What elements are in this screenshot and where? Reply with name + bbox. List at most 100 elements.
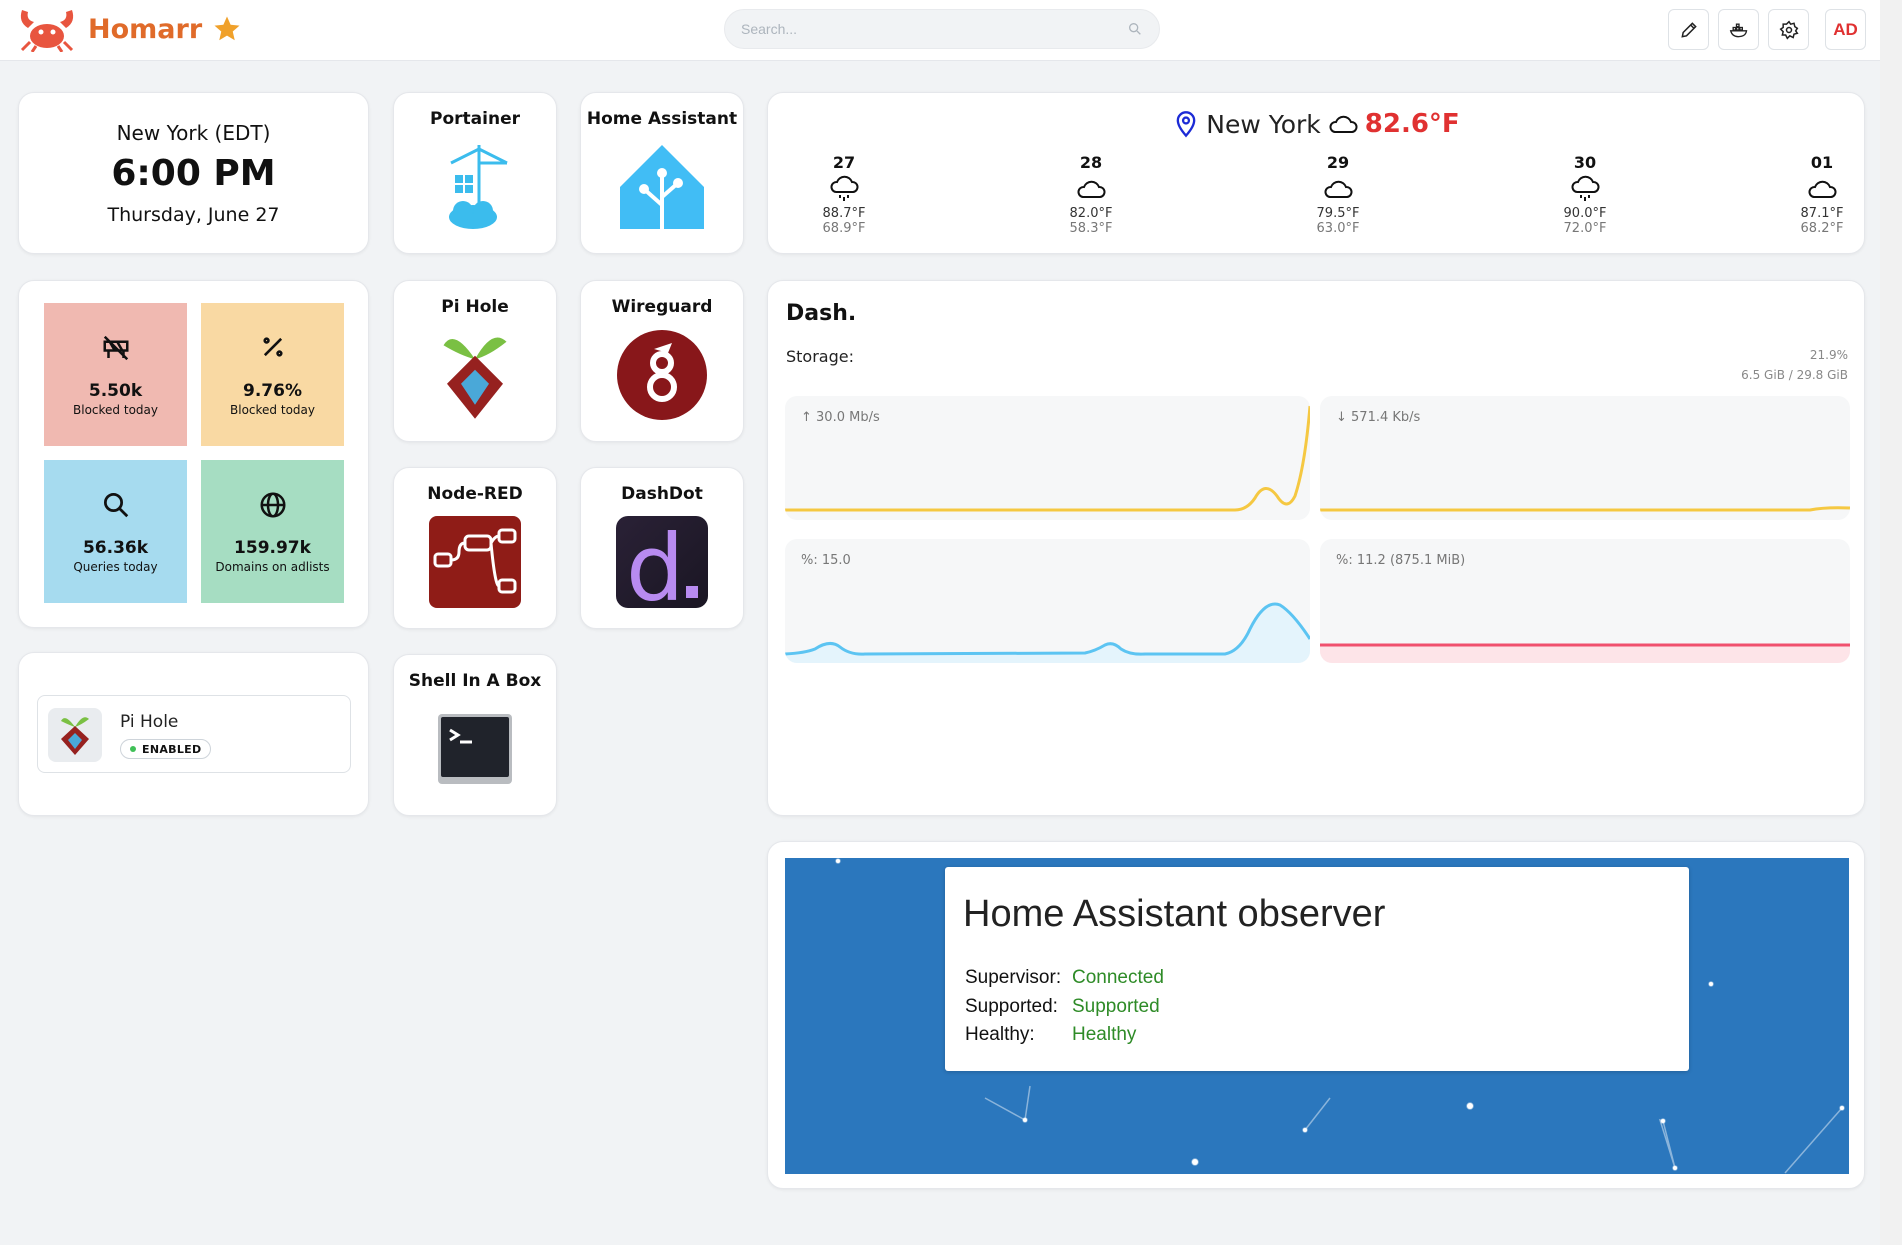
app-name: Wireguard bbox=[611, 297, 713, 317]
pihole-tile-queries: 56.36k Queries today bbox=[44, 460, 187, 603]
user-avatar[interactable]: AD bbox=[1825, 9, 1866, 50]
app-tile-home-assistant[interactable]: Home Assistant bbox=[580, 92, 744, 254]
app-tile-shell-in-a-box[interactable]: Shell In A Box bbox=[393, 654, 557, 816]
wireguard-icon bbox=[614, 327, 710, 423]
dashdot-title: Dash. bbox=[786, 301, 857, 326]
app-tile-dashdot[interactable]: DashDot d bbox=[580, 467, 744, 629]
home-assistant-icon bbox=[614, 139, 710, 235]
app-name: Portainer bbox=[430, 109, 520, 129]
pihole-tile-value: 56.36k bbox=[82, 538, 149, 558]
app-name: Pi Hole bbox=[441, 297, 509, 317]
app-name: Homarr bbox=[88, 13, 203, 45]
observer-title: Home Assistant observer bbox=[963, 893, 1386, 935]
status-badge-text: ENABLED bbox=[142, 742, 202, 756]
weather-city: New York bbox=[1206, 109, 1321, 139]
pihole-icon bbox=[427, 327, 523, 423]
top-bar: Homarr Search... AD bbox=[0, 0, 1880, 61]
dashdot-widget: Dash. Storage: 21.9% 6.5 GiB / 29.8 GiB … bbox=[767, 280, 1865, 816]
search-input[interactable]: Search... bbox=[724, 9, 1160, 49]
app-tile-wireguard[interactable]: Wireguard bbox=[580, 280, 744, 442]
pihole-tile-value: 5.50k bbox=[88, 381, 143, 401]
pihole-tile-label: Queries today bbox=[73, 560, 158, 574]
forecast-min: 68.9°F bbox=[822, 221, 866, 236]
clock-time: 6:00 PM bbox=[111, 153, 276, 194]
pihole-tile-label: Domains on adlists bbox=[215, 560, 330, 574]
forecast-date: 28 bbox=[1079, 153, 1103, 172]
app-tile-portainer[interactable]: Portainer bbox=[393, 92, 557, 254]
app-name: Shell In A Box bbox=[408, 671, 542, 691]
dashdot-icon: d bbox=[614, 514, 710, 610]
storage-label: Storage: bbox=[786, 347, 854, 366]
forecast-day: 30 90.0°F 72.0°F bbox=[1555, 153, 1615, 236]
page-scrollbar[interactable] bbox=[1880, 0, 1902, 1245]
app-tile-node-red[interactable]: Node-RED bbox=[393, 467, 557, 629]
forecast-min: 72.0°F bbox=[1563, 221, 1607, 236]
search-icon bbox=[103, 493, 128, 518]
pihole-status-widget: Pi Hole ENABLED bbox=[18, 652, 369, 816]
forecast-max: 82.0°F bbox=[1069, 206, 1113, 221]
forecast-day: 01 87.1°F 68.2°F bbox=[1792, 153, 1852, 236]
portainer-icon bbox=[427, 139, 523, 235]
observer-iframe[interactable]: Home Assistant observer Supervisor: Conne… bbox=[785, 858, 1849, 1174]
storage-used: 6.5 GiB / 29.8 GiB bbox=[1741, 368, 1848, 382]
weather-widget: New York 82.6°F 27 88.7°F 68.9°F 28 82.0… bbox=[767, 92, 1865, 254]
cloud-icon bbox=[1324, 180, 1353, 198]
forecast-min: 68.2°F bbox=[1800, 221, 1844, 236]
clock-timezone: New York (EDT) bbox=[116, 121, 271, 145]
app-name: Home Assistant bbox=[586, 109, 738, 129]
storage-usage: 21.9% 6.5 GiB / 29.8 GiB bbox=[1741, 345, 1848, 385]
pihole-tile-label: Blocked today bbox=[73, 403, 158, 417]
forecast-max: 79.5°F bbox=[1316, 206, 1360, 221]
docker-button[interactable] bbox=[1718, 9, 1759, 50]
blocked-barrier-icon bbox=[103, 335, 128, 361]
pihole-tile-percent: 9.76% Blocked today bbox=[201, 303, 344, 446]
forecast-max: 88.7°F bbox=[822, 206, 866, 221]
forecast-min: 58.3°F bbox=[1069, 221, 1113, 236]
docker-icon bbox=[1729, 23, 1747, 37]
pihole-status-item[interactable]: Pi Hole ENABLED bbox=[37, 695, 351, 773]
ram-graph: %: 11.2 (875.1 MiB) bbox=[1320, 539, 1850, 663]
pihole-icon bbox=[48, 708, 102, 762]
pihole-summary-widget: 5.50k Blocked today 9.76% Blocked today … bbox=[18, 280, 369, 628]
observer-row-supervisor: Supervisor: Connected bbox=[965, 967, 1164, 989]
pihole-status-name: Pi Hole bbox=[120, 712, 179, 732]
cloud-icon bbox=[1808, 180, 1837, 198]
cloud-drizzle-icon bbox=[1571, 175, 1600, 201]
search-placeholder: Search... bbox=[741, 21, 798, 37]
upload-graph: ↑ 30.0 Mb/s bbox=[785, 396, 1310, 520]
app-name: DashDot bbox=[621, 484, 703, 504]
weather-current-temp: 82.6°F bbox=[1364, 109, 1460, 139]
homarr-logo[interactable]: Homarr bbox=[16, 6, 242, 52]
observer-row-healthy: Healthy: Healthy bbox=[965, 1024, 1136, 1046]
forecast-date: 01 bbox=[1810, 153, 1834, 172]
cloud-icon bbox=[1329, 115, 1358, 133]
forecast-min: 63.0°F bbox=[1316, 221, 1360, 236]
forecast-day: 28 82.0°F 58.3°F bbox=[1061, 153, 1121, 236]
home-assistant-observer-widget: Home Assistant observer Supervisor: Conne… bbox=[767, 841, 1865, 1189]
cpu-graph: %: 15.0 bbox=[785, 539, 1310, 663]
clock-date: Thursday, June 27 bbox=[107, 204, 280, 226]
observer-row-value: Healthy bbox=[1072, 1024, 1137, 1045]
download-graph: ↓ 571.4 Kb/s bbox=[1320, 396, 1850, 520]
observer-row-label: Supervisor: bbox=[965, 967, 1062, 988]
cloud-icon bbox=[1077, 180, 1106, 198]
observer-row-supported: Supported: Supported bbox=[965, 996, 1160, 1018]
settings-button[interactable] bbox=[1768, 9, 1809, 50]
terminal-icon bbox=[427, 701, 523, 797]
storage-percent: 21.9% bbox=[1809, 348, 1848, 362]
upload-line bbox=[785, 405, 1310, 512]
pihole-tile-blocked: 5.50k Blocked today bbox=[44, 303, 187, 446]
app-tile-pi-hole[interactable]: Pi Hole bbox=[393, 280, 557, 442]
observer-row-value: Supported bbox=[1072, 996, 1160, 1017]
app-name: Node-RED bbox=[427, 484, 523, 504]
edit-mode-button[interactable] bbox=[1668, 9, 1709, 50]
cpu-line bbox=[785, 602, 1310, 663]
svg-text:d: d bbox=[626, 516, 684, 608]
status-dot bbox=[130, 746, 136, 752]
pihole-tile-domains: 159.97k Domains on adlists bbox=[201, 460, 344, 603]
forecast-date: 29 bbox=[1326, 153, 1350, 172]
forecast-day: 27 88.7°F 68.9°F bbox=[814, 153, 874, 236]
map-pin-icon bbox=[1176, 111, 1196, 138]
forecast-date: 30 bbox=[1573, 153, 1597, 172]
node-red-icon bbox=[427, 514, 523, 610]
